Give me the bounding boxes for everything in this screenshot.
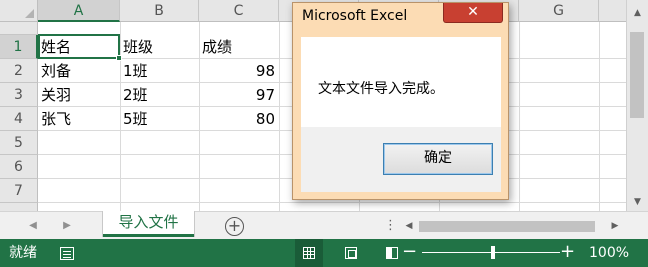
gridline	[38, 202, 626, 203]
dialog-close-button[interactable]: ✕	[443, 3, 503, 23]
row-header-6[interactable]: 6	[0, 155, 38, 179]
normal-view-icon	[303, 247, 315, 259]
select-all-corner[interactable]	[0, 0, 38, 22]
row-header-5[interactable]: 5	[0, 131, 38, 155]
column-header-a[interactable]: A	[38, 0, 120, 22]
column-header-b[interactable]: B	[120, 0, 199, 22]
sheet-tab-bar: ◀ ▶ 导入文件 + ⋮ ◀ ▶	[0, 211, 648, 239]
select-all-triangle-icon	[25, 9, 34, 18]
cell-a2[interactable]: 刘备	[38, 59, 120, 83]
add-sheet-icon[interactable]: +	[225, 217, 244, 236]
row-header-7[interactable]: 7	[0, 179, 38, 203]
status-ready-text: 就绪	[9, 245, 37, 261]
more-tabs-icon[interactable]: ⋮	[384, 217, 397, 235]
vertical-scroll-thumb[interactable]	[630, 32, 644, 118]
column-header-c[interactable]: C	[199, 0, 279, 22]
normal-view-button[interactable]	[295, 239, 323, 267]
row-header-1[interactable]: 1	[0, 35, 38, 59]
scroll-up-icon[interactable]: ▲	[627, 4, 648, 22]
macro-record-icon[interactable]	[60, 247, 74, 260]
page-layout-view-button[interactable]	[337, 239, 365, 267]
cell-a3[interactable]: 关羽	[38, 83, 120, 107]
scroll-down-icon[interactable]: ▼	[627, 193, 648, 211]
dialog-message: 文本文件导入完成。	[318, 81, 444, 97]
gridline	[279, 22, 280, 211]
cell-c2[interactable]: 98	[199, 59, 279, 83]
scroll-left-icon[interactable]: ◀	[401, 218, 417, 234]
horizontal-scroll-thumb[interactable]	[419, 221, 595, 232]
tab-scroll-left-icon[interactable]: ◀	[24, 217, 42, 235]
zoom-slider-thumb[interactable]	[491, 246, 495, 259]
cell-a4[interactable]: 张飞	[38, 107, 120, 131]
zoom-level[interactable]: 100%	[589, 239, 629, 267]
cell-c1[interactable]: 成绩	[199, 35, 279, 59]
active-cell-border	[38, 34, 122, 61]
vertical-scrollbar[interactable]: ▲ ▼	[626, 0, 648, 211]
dialog-body: 文本文件导入完成。	[301, 37, 501, 127]
status-bar: 就绪 − + 100%	[0, 239, 648, 267]
ok-button[interactable]: 确定	[383, 143, 493, 175]
fill-handle[interactable]	[116, 55, 122, 61]
page-layout-icon	[345, 247, 357, 259]
column-header-g[interactable]: G	[519, 0, 599, 22]
page-break-icon	[386, 247, 398, 259]
row-header-spacer	[0, 22, 38, 35]
cell-b4[interactable]: 5班	[120, 107, 199, 131]
column-header-h[interactable]	[599, 0, 626, 22]
cell-b2[interactable]: 1班	[120, 59, 199, 83]
row-header-2[interactable]: 2	[0, 59, 38, 83]
sheet-tab-import[interactable]: 导入文件	[103, 211, 194, 237]
gridline	[599, 22, 600, 211]
horizontal-scrollbar[interactable]: ◀ ▶	[401, 218, 626, 234]
row-header-4[interactable]: 4	[0, 107, 38, 131]
cell-c3[interactable]: 97	[199, 83, 279, 107]
tab-scroll-right-icon[interactable]: ▶	[58, 217, 76, 235]
zoom-in-icon[interactable]: +	[560, 239, 575, 265]
row-header-8[interactable]	[0, 203, 38, 211]
cell-b1[interactable]: 班级	[120, 35, 199, 59]
cell-c4[interactable]: 80	[199, 107, 279, 131]
message-dialog: Microsoft Excel ✕ 文本文件导入完成。 确定	[292, 2, 509, 200]
zoom-out-icon[interactable]: −	[402, 239, 417, 265]
cell-b3[interactable]: 2班	[120, 83, 199, 107]
gridline	[519, 22, 520, 211]
dialog-title: Microsoft Excel	[302, 8, 408, 24]
row-header-3[interactable]: 3	[0, 83, 38, 107]
scroll-right-icon[interactable]: ▶	[607, 218, 623, 234]
dialog-footer: 确定	[301, 127, 501, 192]
